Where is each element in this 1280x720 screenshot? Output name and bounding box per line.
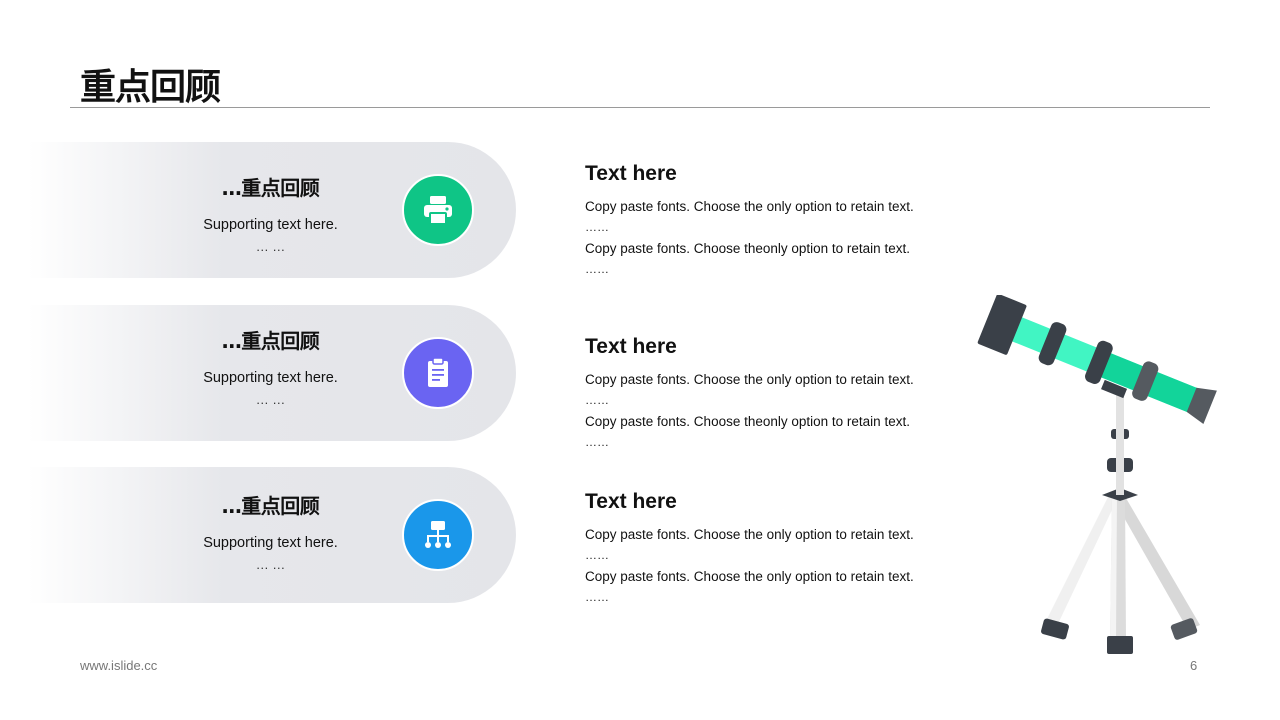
summary-card-sub: Supporting text here. <box>203 217 338 233</box>
printer-icon-badge <box>402 174 474 246</box>
clipboard-icon <box>428 357 448 387</box>
text-block-line: Copy paste fonts. Choose the only option… <box>585 372 914 387</box>
text-block-dots: …… <box>585 393 609 407</box>
title-divider <box>70 107 1210 108</box>
text-block-line: Copy paste fonts. Choose the only option… <box>585 527 914 542</box>
telescope-icon <box>977 293 1217 654</box>
summary-card-sub: Supporting text here. <box>203 535 338 551</box>
telescope-illustration <box>960 293 1220 670</box>
summary-card-sub: Supporting text here. <box>203 370 338 386</box>
summary-card-heading: …重点回顾 <box>221 494 320 518</box>
summary-card-2: …重点回顾 Supporting text here. … … <box>28 305 516 441</box>
text-block-dots: …… <box>585 548 609 562</box>
text-block-dots: …… <box>585 590 609 604</box>
summary-card-text: …重点回顾 Supporting text here. … … <box>168 490 373 572</box>
clipboard-icon-badge <box>402 337 474 409</box>
printer-icon <box>424 196 452 225</box>
org-chart-icon-badge <box>402 499 474 571</box>
text-block-dots: …… <box>585 220 609 234</box>
text-block-line: Copy paste fonts. Choose the only option… <box>585 199 914 214</box>
text-block-title: Text here <box>585 490 677 513</box>
text-block-line: Copy paste fonts. Choose theonly option … <box>585 414 910 429</box>
text-block-dots: …… <box>585 262 609 276</box>
summary-card-3: …重点回顾 Supporting text here. … … <box>28 467 516 603</box>
text-block-title: Text here <box>585 335 677 358</box>
text-block-title: Text here <box>585 162 677 185</box>
summary-card-dots: … … <box>255 239 286 254</box>
footer-site: www.islide.cc <box>80 658 158 673</box>
page-title: 重点回顾 <box>80 67 221 108</box>
summary-card-text: …重点回顾 Supporting text here. … … <box>168 325 373 407</box>
text-block-dots: …… <box>585 435 609 449</box>
text-block-line: Copy paste fonts. Choose theonly option … <box>585 241 910 256</box>
text-block-1: Text here Copy paste fonts. Choose the o… <box>585 162 945 280</box>
summary-card-dots: … … <box>255 557 286 572</box>
summary-card-dots: … … <box>255 392 286 407</box>
summary-card-text: …重点回顾 Supporting text here. … … <box>168 172 373 254</box>
summary-card-1: …重点回顾 Supporting text here. … … <box>28 142 516 278</box>
summary-card-heading: …重点回顾 <box>221 176 320 200</box>
org-chart-icon <box>425 521 451 548</box>
text-block-3: Text here Copy paste fonts. Choose the o… <box>585 490 945 608</box>
page-number: 6 <box>1190 658 1198 673</box>
text-block-2: Text here Copy paste fonts. Choose the o… <box>585 335 945 453</box>
text-block-line: Copy paste fonts. Choose the only option… <box>585 569 914 584</box>
summary-card-heading: …重点回顾 <box>221 329 320 353</box>
